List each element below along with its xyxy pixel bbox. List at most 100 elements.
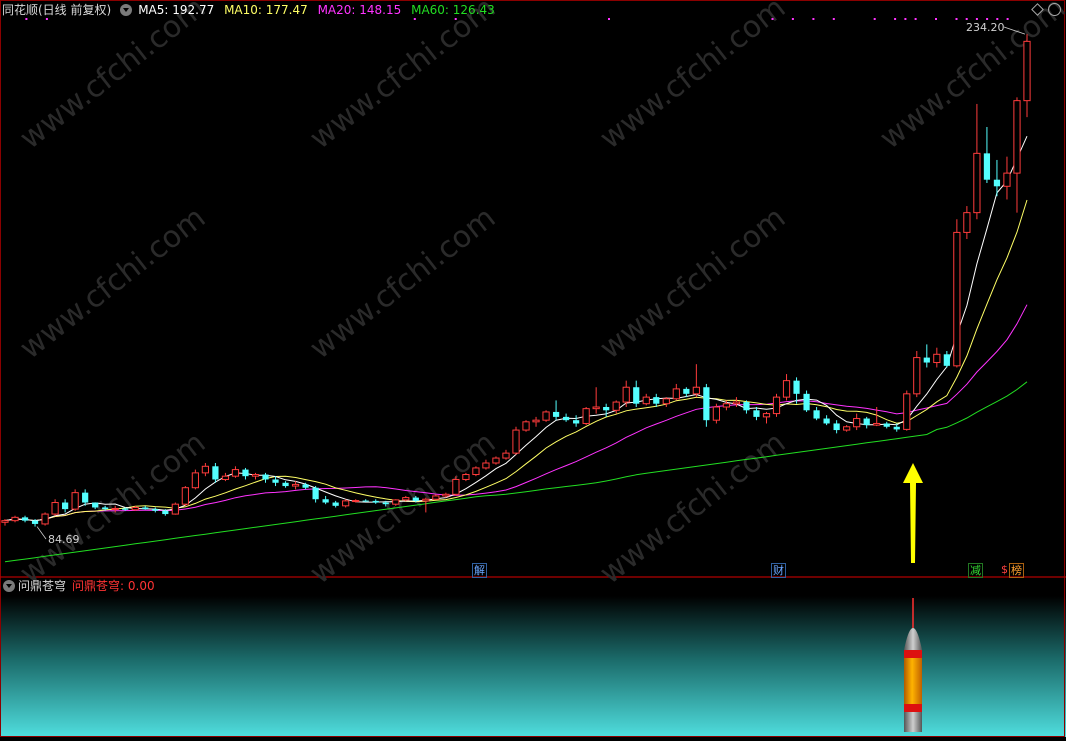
candle-body: [722, 403, 731, 408]
candle-body: [692, 386, 700, 395]
candle-body: [853, 418, 861, 428]
candle-body: [803, 393, 810, 411]
candle-body: [532, 419, 540, 423]
candle-body: [362, 500, 369, 502]
candle-body: [402, 497, 410, 501]
candle-body: [71, 492, 79, 510]
candle-body: [191, 472, 199, 489]
candle-body: [1023, 40, 1031, 102]
ma5-label: MA5: 192.77: [138, 3, 215, 17]
candle-body: [642, 396, 650, 405]
chart-stage: www.cfchi.com www.cfchi.com www.cfchi.com w…: [0, 0, 1066, 737]
candle-body: [251, 474, 260, 477]
candle-body: [82, 492, 89, 503]
candle-body: [462, 474, 470, 480]
ma60-label: MA60: 126.43: [411, 3, 495, 17]
candle-body: [943, 354, 950, 366]
sub-dropdown-arrow-icon[interactable]: [3, 580, 15, 592]
rocket-band-bottom: [904, 704, 922, 712]
min-pointer-line: [36, 526, 47, 540]
candle-body: [1, 520, 9, 523]
watermark-text: www.cfchi.com: [13, 200, 212, 366]
candle-body: [31, 520, 39, 524]
candle-body: [452, 478, 460, 495]
candle-body: [953, 231, 961, 367]
candle-body: [973, 152, 981, 214]
circle-icon[interactable]: [1048, 3, 1061, 16]
min-price-label: 84.69: [48, 533, 80, 546]
candle-body: [923, 357, 930, 363]
candle-body: [893, 426, 900, 430]
marker-bang[interactable]: 榜: [1009, 563, 1024, 578]
candle-body: [823, 418, 830, 424]
candle-body: [262, 474, 269, 480]
watermark-text: www.cfchi.com: [13, 0, 212, 156]
candle-body: [502, 452, 510, 459]
candle-body: [793, 380, 800, 394]
watermark-text: www.cfchi.com: [303, 200, 502, 366]
candle-body: [633, 387, 640, 404]
candle-body: [142, 507, 149, 510]
candle-body: [933, 353, 941, 364]
candle-body: [983, 153, 991, 180]
ma20-label: MA20: 148.15: [317, 3, 402, 17]
candle-body: [732, 401, 741, 405]
candle-body: [522, 421, 530, 431]
chart-header: 同花顺(日线 前复权) MA5: 192.77 MA10: 177.47 MA20…: [0, 0, 1066, 20]
marker-cai[interactable]: 财: [771, 563, 786, 578]
candle-body: [131, 506, 139, 511]
candle-body: [291, 483, 300, 487]
candle-body: [11, 516, 19, 522]
candle-body: [612, 401, 620, 411]
watermark-text: www.cfchi.com: [593, 425, 792, 591]
candle-body: [221, 475, 230, 480]
marker-jie[interactable]: 解: [472, 563, 487, 578]
candle-body: [412, 497, 419, 501]
candle-body: [332, 502, 339, 506]
candle-body: [482, 462, 490, 469]
candle-body: [372, 500, 379, 503]
candle-body: [762, 413, 771, 418]
rocket-body: [904, 658, 922, 704]
watermark-text: www.cfchi.com: [303, 0, 502, 156]
candle-body: [422, 498, 430, 502]
watermark-layer: www.cfchi.com www.cfchi.com www.cfchi.com w…: [13, 0, 1066, 591]
candle-body: [772, 396, 781, 415]
yellow-arrow-icon: [903, 463, 923, 563]
candle-body: [662, 398, 670, 405]
candle-body: [512, 429, 520, 454]
candle-body: [712, 406, 720, 421]
candle-body: [653, 397, 660, 404]
candle-body: [743, 402, 750, 411]
candle-body: [863, 418, 870, 426]
chart-title[interactable]: 同花顺(日线 前复权): [2, 3, 111, 17]
candle-body: [833, 423, 840, 431]
candle-body: [913, 357, 921, 395]
marker-dollar[interactable]: $: [1000, 563, 1009, 576]
marker-jian[interactable]: 减: [968, 563, 983, 578]
candle-body: [562, 416, 570, 421]
candle-body: [672, 388, 680, 400]
candle-body: [102, 507, 109, 510]
candle-body: [582, 408, 590, 424]
candle-body: [322, 499, 329, 503]
candle-body: [492, 457, 500, 464]
candle-body: [122, 508, 129, 510]
watermark-text: www.cfchi.com: [593, 200, 792, 366]
moving-average-lines: [4, 135, 1028, 563]
candle-body: [181, 487, 189, 505]
candle-body: [282, 482, 289, 487]
max-price-label: 234.20: [966, 21, 1005, 34]
candle-body: [883, 423, 890, 427]
candle-body: [1003, 172, 1011, 187]
sub-panel-title[interactable]: 问鼎苍穹: [18, 579, 66, 593]
candle-body: [573, 420, 580, 424]
candle-body: [352, 500, 360, 503]
rocket-band-top: [904, 650, 922, 658]
candle-body: [302, 484, 309, 488]
dropdown-arrow-icon[interactable]: [120, 4, 133, 16]
candle-body: [903, 393, 911, 430]
candle-body: [312, 487, 319, 500]
candle-body: [201, 465, 209, 474]
candle-body: [843, 426, 851, 431]
